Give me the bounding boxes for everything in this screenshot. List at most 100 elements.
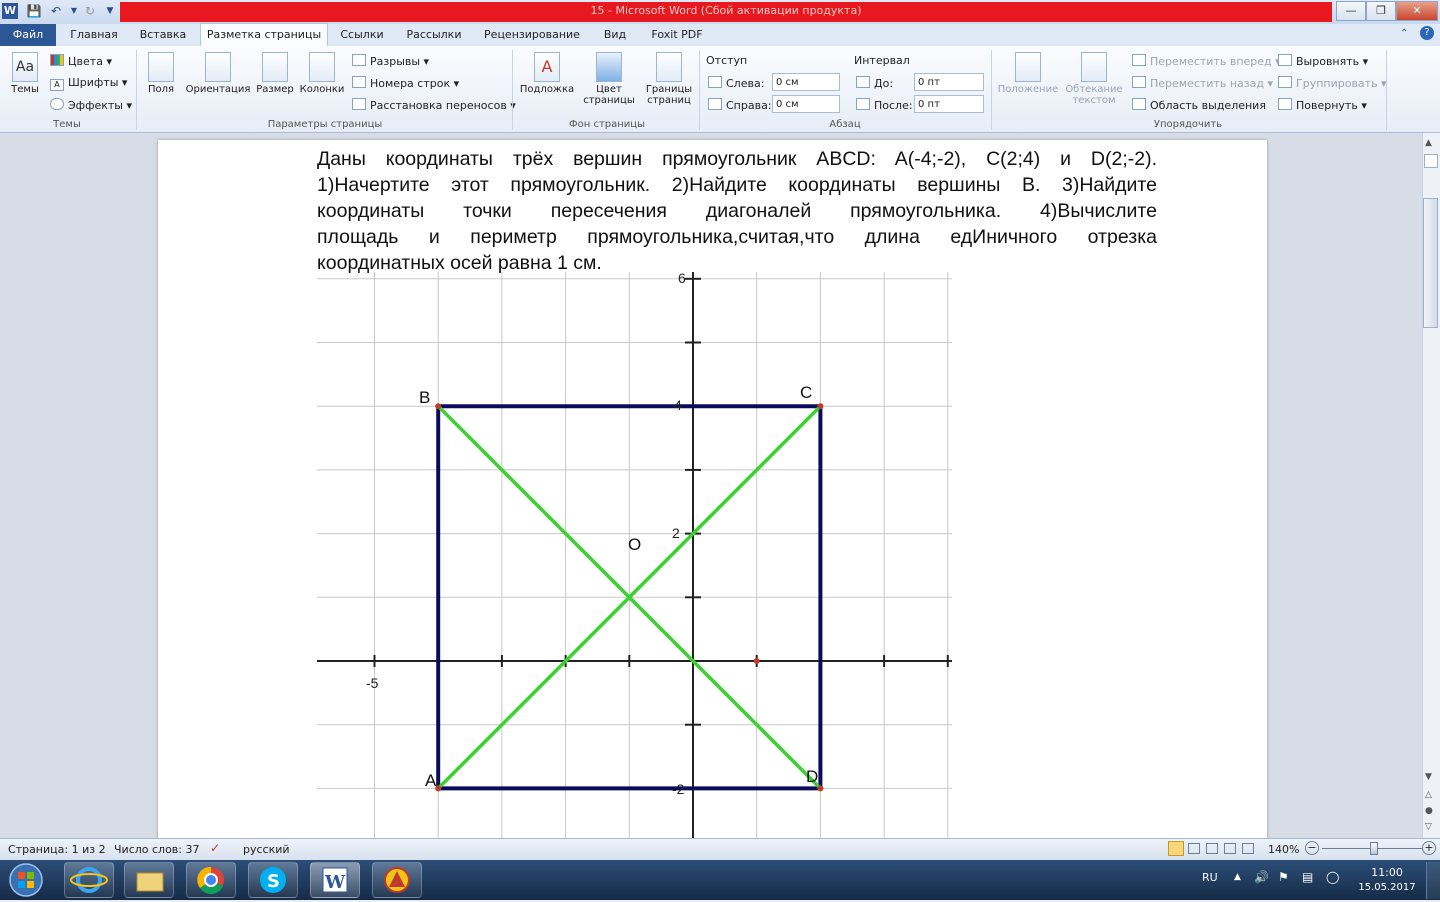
taskbar-app[interactable] xyxy=(372,862,422,898)
vertex-point-c xyxy=(817,403,824,410)
margins-button[interactable]: Поля xyxy=(144,52,178,95)
taskbar-skype[interactable]: S xyxy=(248,862,298,898)
ruler-toggle-icon[interactable] xyxy=(1424,154,1438,168)
ribbon-separator xyxy=(699,50,700,130)
tab-foxit-pdf[interactable]: Foxit PDF xyxy=(642,24,712,46)
coordinate-figure[interactable]: 6 4 2 -5 -2 B C A D O xyxy=(310,272,960,838)
collapse-ribbon-icon[interactable]: ⌃ xyxy=(1400,28,1408,39)
volume-icon[interactable]: 🔊 xyxy=(1254,870,1269,884)
prev-page-icon[interactable]: △ xyxy=(1425,790,1432,800)
tab-references[interactable]: Ссылки xyxy=(332,24,392,46)
zoom-out-button[interactable]: − xyxy=(1305,841,1319,855)
scroll-down-icon[interactable]: ▼ xyxy=(1425,772,1432,782)
clock-time[interactable]: 11:00 xyxy=(1354,866,1420,879)
position-label: Положение xyxy=(997,84,1059,95)
customize-toolbar-icon[interactable]: ▼ xyxy=(102,3,118,19)
tray-expand-icon[interactable]: ▲ xyxy=(1234,872,1241,882)
outline-icon[interactable] xyxy=(1224,843,1236,854)
colors-label: Цвета xyxy=(68,55,103,68)
watermark-icon: A xyxy=(534,52,560,82)
theme-colors-button[interactable]: Цвета ▾ xyxy=(50,54,112,68)
align-button[interactable]: Выровнять ▾ xyxy=(1278,54,1368,68)
folder-icon xyxy=(136,872,164,892)
tab-file[interactable]: Файл xyxy=(0,24,56,46)
word-count[interactable]: Число слов: 37 xyxy=(114,843,200,856)
spacing-after-input[interactable]: 0 пт xyxy=(914,95,984,113)
position-button[interactable]: Положение xyxy=(996,52,1060,95)
indent-right-input[interactable]: 0 см xyxy=(772,95,840,113)
zoom-in-button[interactable]: + xyxy=(1422,841,1436,855)
columns-button[interactable]: Колонки xyxy=(298,52,346,95)
taskbar-word[interactable]: W xyxy=(310,862,360,898)
full-screen-reading-icon[interactable] xyxy=(1188,843,1200,854)
wrap-text-button[interactable]: Обтекание текстом xyxy=(1062,52,1126,106)
show-desktop-button[interactable] xyxy=(1426,862,1440,899)
next-page-icon[interactable]: ▽ xyxy=(1425,822,1432,832)
page-count[interactable]: Страница: 1 из 2 xyxy=(8,843,106,856)
window-title: 15 - Microsoft Word (Сбой активации прод… xyxy=(590,4,862,17)
maximize-button[interactable]: ❐ xyxy=(1366,1,1396,21)
line-numbers-button[interactable]: Номера строк ▾ xyxy=(352,76,459,90)
scrollbar-thumb[interactable] xyxy=(1423,198,1438,328)
browse-object-icon[interactable]: ● xyxy=(1425,806,1433,816)
close-button[interactable]: ✕ xyxy=(1396,1,1438,21)
breaks-icon xyxy=(352,54,366,66)
themes-button[interactable]: Aa Темы xyxy=(6,52,44,95)
indent-left-input[interactable]: 0 см xyxy=(772,73,840,91)
tab-page-layout[interactable]: Разметка страницы xyxy=(200,23,328,46)
minimize-button[interactable]: — xyxy=(1336,1,1366,21)
power-icon[interactable]: ◯ xyxy=(1326,870,1339,884)
group-button[interactable]: Группировать ▾ xyxy=(1278,76,1387,90)
network-icon[interactable]: ▤ xyxy=(1302,870,1313,884)
hyphenation-button[interactable]: Расстановка переносов ▾ xyxy=(352,98,516,112)
web-layout-icon[interactable] xyxy=(1206,843,1218,854)
page-color-button[interactable]: Цвет страницы xyxy=(580,52,638,106)
redo-icon[interactable]: ↻ xyxy=(82,3,98,19)
tick-label-x-5: -5 xyxy=(366,675,379,691)
draft-icon[interactable] xyxy=(1242,843,1254,854)
language-indicator[interactable]: русский xyxy=(243,843,290,856)
save-icon[interactable]: 💾 xyxy=(26,3,42,19)
effects-label: Эффекты xyxy=(68,99,123,112)
input-language[interactable]: RU xyxy=(1202,871,1218,884)
hyphenation-icon xyxy=(352,98,366,110)
word-app-icon[interactable]: W xyxy=(2,3,18,19)
selection-pane-button[interactable]: Область выделения xyxy=(1132,98,1266,112)
start-button[interactable] xyxy=(2,861,50,899)
send-backward-button[interactable]: Переместить назад ▾ xyxy=(1132,76,1273,90)
page-borders-button[interactable]: Границы страниц xyxy=(642,52,696,106)
breaks-button[interactable]: Разрывы ▾ xyxy=(352,54,429,68)
rotate-button[interactable]: Повернуть ▾ xyxy=(1278,98,1367,112)
theme-fonts-button[interactable]: A Шрифты ▾ xyxy=(50,76,127,91)
undo-dropdown-icon[interactable]: ▼ xyxy=(66,3,82,19)
vertex-label-c: C xyxy=(800,383,812,402)
wrap-text-label-1: Обтекание xyxy=(1065,84,1123,95)
print-layout-icon[interactable] xyxy=(1168,841,1184,856)
taskbar-ie[interactable] xyxy=(64,862,114,898)
zoom-level[interactable]: 140% xyxy=(1268,843,1299,856)
zoom-slider-thumb[interactable] xyxy=(1370,842,1378,855)
scroll-up-icon[interactable]: ▲ xyxy=(1425,138,1432,148)
clock-date[interactable]: 15.05.2017 xyxy=(1354,882,1420,893)
undo-icon[interactable]: ↶ xyxy=(48,3,64,19)
taskbar-explorer[interactable] xyxy=(124,862,174,898)
problem-text[interactable]: Даны координаты трёх вершин прямоугольни… xyxy=(317,146,1157,276)
action-center-icon[interactable]: ⚑ xyxy=(1278,870,1289,884)
orientation-button[interactable]: Ориентация xyxy=(183,52,253,95)
tab-insert[interactable]: Вставка xyxy=(130,24,196,46)
spacing-before-input[interactable]: 0 пт xyxy=(914,73,984,91)
help-icon[interactable]: ? xyxy=(1420,26,1434,40)
taskbar-chrome[interactable] xyxy=(186,862,236,898)
tab-home[interactable]: Главная xyxy=(62,24,126,46)
text-line: 1)Начертите этот прямоугольник. 2)Найдит… xyxy=(317,174,1157,196)
bring-forward-button[interactable]: Переместить вперед ▾ xyxy=(1132,54,1281,68)
watermark-button[interactable]: A Подложка xyxy=(518,52,576,95)
line-numbers-icon xyxy=(352,76,366,88)
selection-pane-icon xyxy=(1132,98,1146,110)
proofing-icon[interactable]: ✓ xyxy=(210,841,220,855)
size-button[interactable]: Размер xyxy=(255,52,295,95)
tab-review[interactable]: Рецензирование xyxy=(476,24,588,46)
theme-effects-button[interactable]: Эффекты ▾ xyxy=(50,98,132,112)
tab-mailings[interactable]: Рассылки xyxy=(398,24,470,46)
tab-view[interactable]: Вид xyxy=(594,24,636,46)
